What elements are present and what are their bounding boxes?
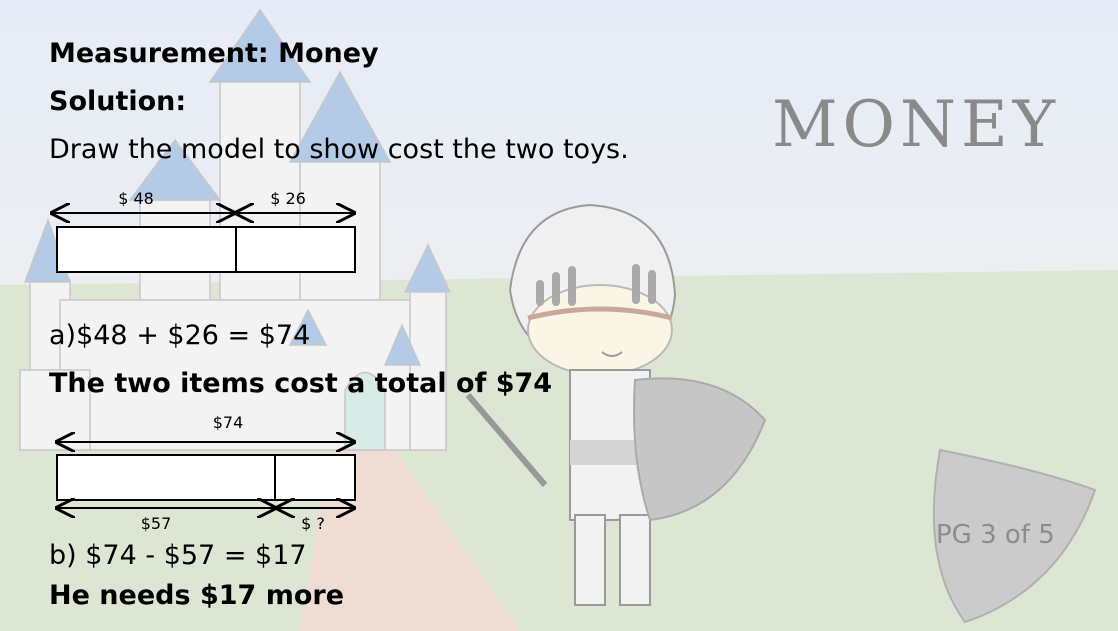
solution-heading: Solution: [49,86,187,117]
bar-model-a: $ 48 $ 26 [40,189,356,273]
bar-48 [56,226,237,273]
label-74: $74 [213,413,244,432]
answer-a: The two items cost a total of $74 [49,368,553,399]
label-48: $ 48 [118,189,154,208]
bar-57 [56,454,276,501]
equation-a: a)$48 + $26 = $74 [49,320,311,351]
page-indicator: PG 3 of 5 [936,520,1055,550]
slide-title: Measurement: Money [49,38,379,69]
bar-model-b: $74 $57 $ ? [40,413,356,533]
money-watermark: MONEY [772,88,1060,162]
equation-b: b) $74 - $57 = $17 [49,540,307,571]
bar-26 [235,226,356,273]
bar-unknown [274,454,356,501]
slide: MONEY Measurement: Money Solution: Draw … [0,0,1118,631]
instruction-text: Draw the model to show cost the two toys… [49,134,629,165]
label-unknown: $ ? [301,514,325,533]
label-57: $57 [141,514,172,533]
answer-b: He needs $17 more [49,580,345,611]
label-26: $ 26 [270,189,306,208]
